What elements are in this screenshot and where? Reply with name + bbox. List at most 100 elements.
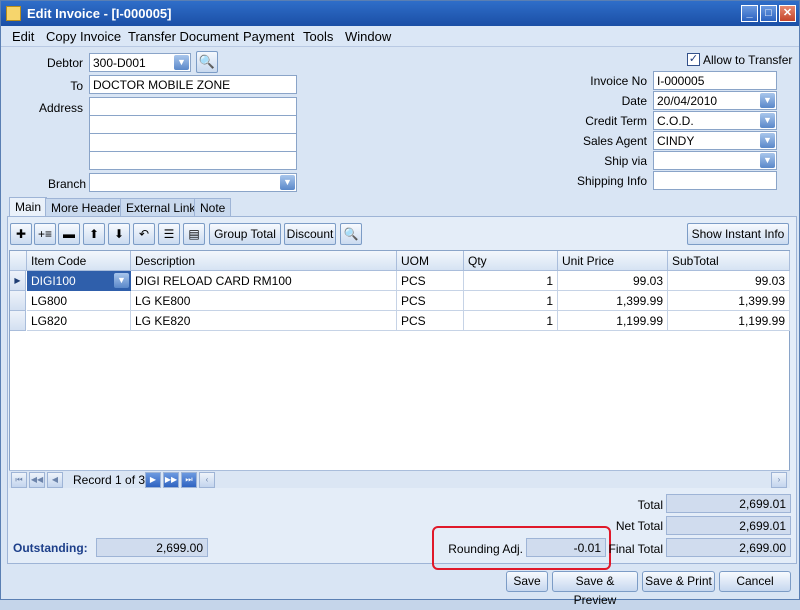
discount-button[interactable]: Discount	[284, 223, 336, 245]
next-record-button[interactable]: ▶	[145, 472, 161, 488]
shipping-info-field[interactable]	[653, 171, 777, 190]
row-indicator[interactable]	[10, 291, 26, 311]
col-description[interactable]: Description	[131, 251, 397, 271]
move-down-button[interactable]: ⬇	[108, 223, 130, 245]
delete-row-button[interactable]: ▬	[58, 223, 80, 245]
col-unit-price[interactable]: Unit Price	[558, 251, 668, 271]
table-row-subtotal[interactable]: 99.03	[668, 271, 790, 291]
find-button[interactable]: 🔍	[340, 223, 362, 245]
move-up-button[interactable]: ⬆	[83, 223, 105, 245]
last-record-button[interactable]: ⏭	[181, 472, 197, 488]
show-instant-info-button[interactable]: Show Instant Info	[687, 223, 789, 245]
tab-main[interactable]: Main	[9, 197, 48, 217]
table-row-unit-price[interactable]: 1,199.99	[558, 311, 668, 331]
invoice-no-field[interactable]: I-000005	[653, 71, 777, 90]
menu-copy-invoice[interactable]: Copy Invoice	[46, 29, 121, 44]
table-row-unit-price[interactable]: 1,399.99	[558, 291, 668, 311]
group-total-button[interactable]: Group Total	[209, 223, 281, 245]
scroll-right-button[interactable]: ›	[771, 472, 787, 488]
chevron-down-icon[interactable]: ▼	[174, 55, 189, 70]
debtor-search-button[interactable]: 🔍	[196, 51, 218, 73]
credit-term-select[interactable]: C.O.D. ▼	[653, 111, 777, 130]
col-uom[interactable]: UOM	[397, 251, 464, 271]
table-row-uom[interactable]: PCS	[397, 271, 464, 291]
outstanding-value: 2,699.00	[96, 538, 208, 557]
menu-window[interactable]: Window	[345, 29, 391, 44]
table-row-subtotal[interactable]: 1,199.99	[668, 311, 790, 331]
table-row-unit-price[interactable]: 99.03	[558, 271, 668, 291]
columns-button[interactable]: ▤	[183, 223, 205, 245]
menu-tools[interactable]: Tools	[303, 29, 333, 44]
branch-select[interactable]: ▼	[89, 173, 297, 192]
table-row-subtotal[interactable]: 1,399.99	[668, 291, 790, 311]
undo-icon: ↶	[138, 227, 150, 241]
table-row-uom[interactable]: PCS	[397, 291, 464, 311]
row-indicator[interactable]	[10, 311, 26, 331]
undo-button[interactable]: ↶	[133, 223, 155, 245]
address-line-4[interactable]	[89, 151, 297, 170]
address-line-3[interactable]	[89, 133, 297, 152]
cancel-button[interactable]: Cancel	[719, 571, 791, 592]
col-item-code[interactable]: Item Code	[27, 251, 131, 271]
close-button[interactable]: ✕	[779, 5, 796, 22]
debtor-select[interactable]: 300-D001 ▼	[89, 53, 191, 72]
next-icon: ▶	[149, 475, 157, 484]
chevron-left-icon: ‹	[205, 475, 209, 484]
address-label: Address	[38, 101, 83, 115]
chevron-down-icon[interactable]: ▼	[760, 113, 775, 128]
tab-note[interactable]: Note	[194, 198, 232, 217]
address-line-1[interactable]	[89, 97, 297, 116]
allow-transfer-label: Allow to Transfer	[703, 53, 793, 67]
menu-transfer-document[interactable]: Transfer Document	[128, 29, 239, 44]
first-record-button[interactable]: ⏮	[11, 472, 27, 488]
insert-row-button[interactable]: +≡	[34, 223, 56, 245]
prev-page-button[interactable]: ◀◀	[29, 472, 45, 488]
chevron-down-icon[interactable]: ▼	[760, 153, 775, 168]
table-row-qty[interactable]: 1	[464, 291, 558, 311]
table-row-qty[interactable]: 1	[464, 311, 558, 331]
chevron-down-icon[interactable]: ▼	[114, 273, 129, 288]
address-line-2[interactable]	[89, 115, 297, 134]
allow-transfer-checkbox[interactable]: ✓	[687, 53, 700, 66]
chevron-down-icon[interactable]: ▼	[760, 93, 775, 108]
branch-label: Branch	[47, 177, 86, 191]
date-field[interactable]: 20/04/2010 ▼	[653, 91, 777, 110]
sales-agent-select[interactable]: CINDY ▼	[653, 131, 777, 150]
save-button[interactable]: Save	[506, 571, 548, 592]
debtor-label: Debtor	[46, 56, 83, 70]
scroll-left-button[interactable]: ‹	[199, 472, 215, 488]
prev-record-button[interactable]: ◀	[47, 472, 63, 488]
table-row-qty[interactable]: 1	[464, 271, 558, 291]
menu-edit[interactable]: Edit	[12, 29, 34, 44]
chevron-down-icon[interactable]: ▼	[280, 175, 295, 190]
title-bar[interactable]: Edit Invoice - [I-000005] _ □ ✕	[1, 1, 799, 26]
row-indicator-icon[interactable]: ▶	[10, 271, 26, 291]
next-page-button[interactable]: ▶▶	[163, 472, 179, 488]
col-qty[interactable]: Qty	[464, 251, 558, 271]
to-field[interactable]: DOCTOR MOBILE ZONE	[89, 75, 297, 94]
tab-external-link[interactable]: External Link	[120, 198, 202, 217]
minimize-button[interactable]: _	[741, 5, 758, 22]
rounding-highlight-outline	[432, 526, 611, 570]
item-code-editor[interactable]: DIGI100 ▼	[27, 271, 131, 291]
table-row-description[interactable]: DIGI RELOAD CARD RM100	[131, 271, 397, 291]
add-row-button[interactable]: ✚	[10, 223, 32, 245]
rewind-icon: ◀◀	[30, 475, 44, 484]
col-subtotal[interactable]: SubTotal	[668, 251, 790, 271]
columns-icon: ▤	[188, 227, 200, 241]
save-print-button[interactable]: Save & Print	[642, 571, 715, 592]
table-row-item-code[interactable]: LG800	[27, 291, 131, 311]
table-row-uom[interactable]: PCS	[397, 311, 464, 331]
maximize-button[interactable]: □	[760, 5, 777, 22]
table-row-description[interactable]: LG KE800	[131, 291, 397, 311]
list-button[interactable]: ☰	[158, 223, 180, 245]
table-row-item-code[interactable]: LG820	[27, 311, 131, 331]
ship-via-select[interactable]: ▼	[653, 151, 777, 170]
table-row-description[interactable]: LG KE820	[131, 311, 397, 331]
search-icon: 🔍	[198, 54, 216, 69]
menu-payment[interactable]: Payment	[243, 29, 294, 44]
chevron-down-icon[interactable]: ▼	[760, 133, 775, 148]
tab-more-header[interactable]: More Header	[45, 198, 128, 217]
total-label: Total	[637, 498, 663, 512]
save-preview-button[interactable]: Save & Preview	[552, 571, 638, 607]
